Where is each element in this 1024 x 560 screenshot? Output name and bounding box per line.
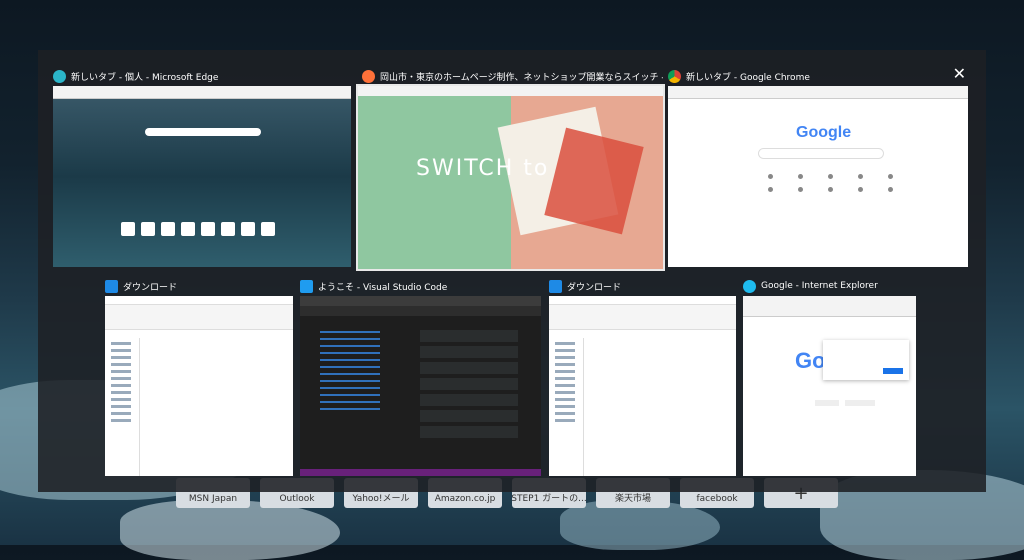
window-title: 新しいタブ - Google Chrome <box>686 72 810 83</box>
edge-icon <box>53 69 66 83</box>
download-icon <box>105 279 118 293</box>
page-heading: SWITCH to <box>416 156 550 181</box>
window-internet-explorer[interactable]: Google - Internet Explorer Go <box>743 276 916 476</box>
window-thumbnail <box>549 296 736 476</box>
window-thumbnail: Go <box>743 296 916 476</box>
chrome-icon <box>668 69 681 83</box>
vscode-icon <box>300 279 313 293</box>
window-title: 岡山市・東京のホームページ制作、ネットショップ開業ならスイッチ - Mozill… <box>380 72 663 83</box>
window-title: Google - Internet Explorer <box>761 281 878 291</box>
task-switcher: ✕ 新しいタブ - 個人 - Microsoft Edge 岡山市・東京のホーム… <box>38 50 986 492</box>
window-downloads[interactable]: ダウンロード <box>549 276 736 476</box>
window-downloads[interactable]: ダウンロード <box>105 276 293 476</box>
download-icon <box>549 279 562 293</box>
window-edge[interactable]: 新しいタブ - 個人 - Microsoft Edge <box>53 66 351 268</box>
sign-in-popup <box>823 340 909 380</box>
window-thumbnail <box>53 86 351 267</box>
google-logo: Go <box>795 348 826 373</box>
window-title: ようこそ - Visual Studio Code <box>318 282 448 293</box>
window-thumbnail: Google <box>668 86 968 267</box>
window-firefox[interactable]: 岡山市・東京のホームページ制作、ネットショップ開業ならスイッチ - Mozill… <box>356 66 665 271</box>
window-thumbnail <box>300 296 541 476</box>
window-title: ダウンロード <box>567 282 622 293</box>
window-chrome[interactable]: 新しいタブ - Google Chrome Google <box>668 66 968 268</box>
window-title: 新しいタブ - 個人 - Microsoft Edge <box>71 72 219 83</box>
ie-icon <box>743 279 756 293</box>
window-title: ダウンロード <box>123 282 178 293</box>
window-thumbnail <box>105 296 293 476</box>
window-vscode[interactable]: ようこそ - Visual Studio Code <box>300 276 541 476</box>
firefox-icon <box>362 69 375 83</box>
google-logo: Google <box>796 124 852 141</box>
window-thumbnail: SWITCH to <box>356 84 665 271</box>
